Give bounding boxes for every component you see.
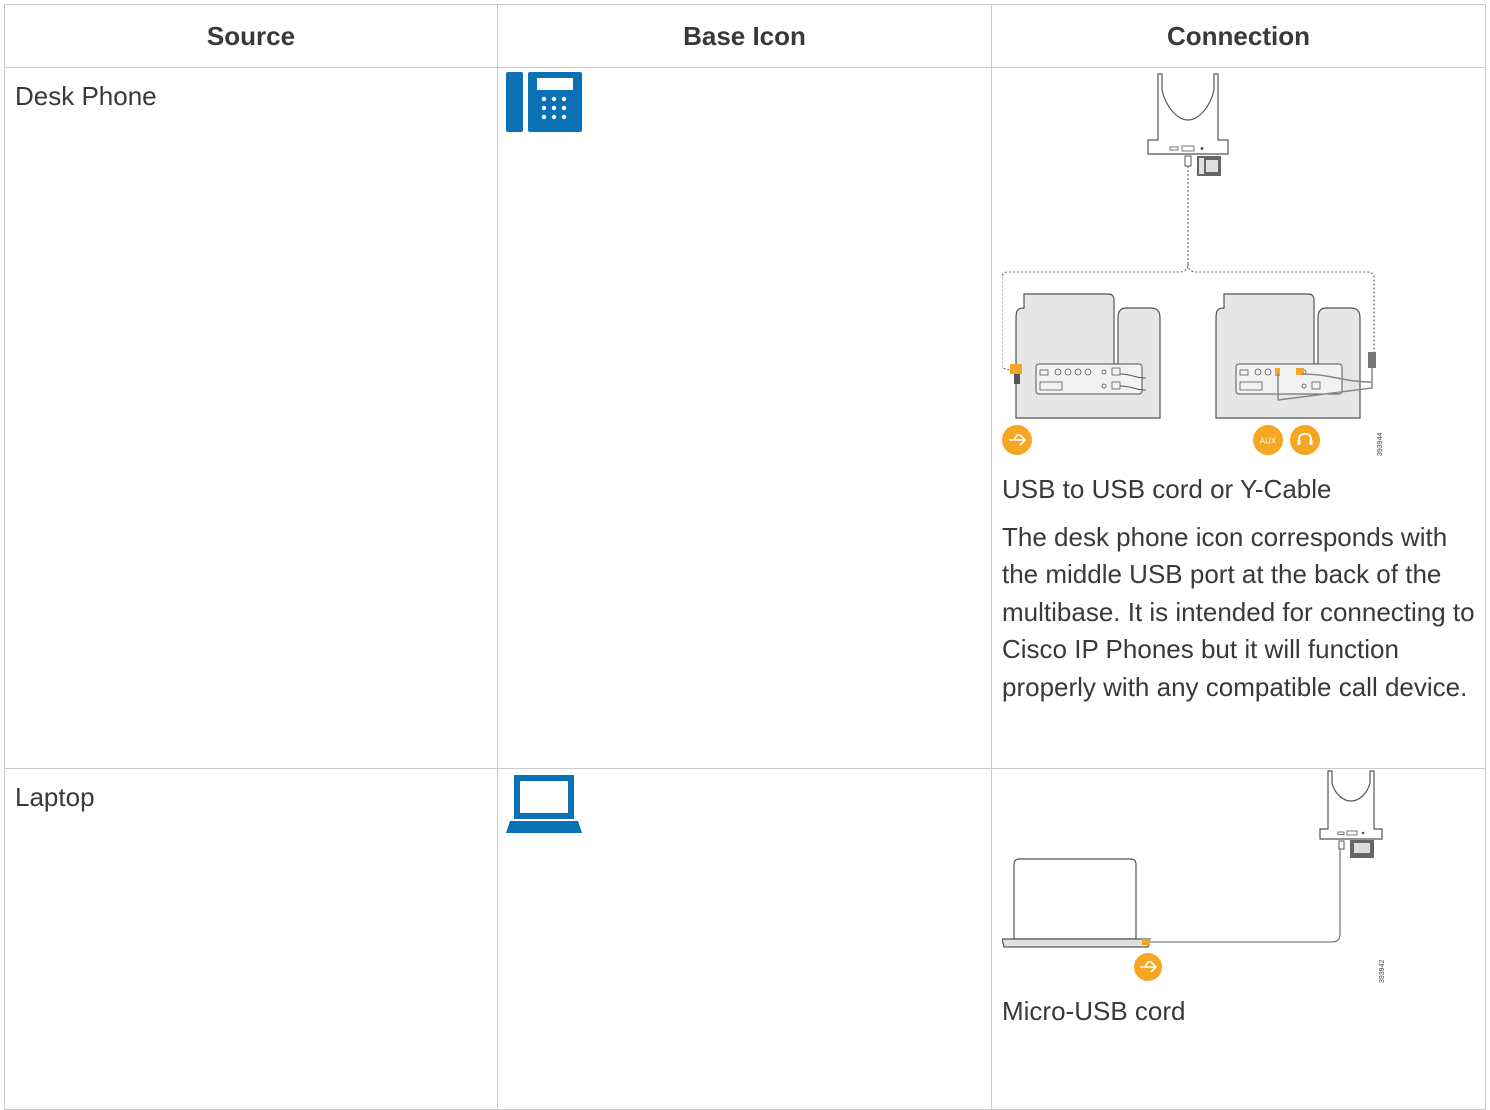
- desk-phone-left: [1010, 293, 1161, 419]
- laptop-connection-diagram: 393942: [1002, 770, 1386, 983]
- base-icon-cell: [497, 768, 992, 1110]
- headset-port-icon: [1290, 425, 1320, 455]
- desk-phone-icon: [506, 72, 582, 132]
- header-connection: Connection: [991, 4, 1486, 68]
- source-cell: Laptop: [4, 768, 498, 1110]
- aux-port-label: AUX: [1260, 437, 1277, 446]
- figure-id: 393942: [1379, 960, 1386, 983]
- headset-base-icon: [1147, 73, 1229, 176]
- base-icon-cell: [497, 67, 992, 769]
- desk-phone-right: [1215, 293, 1376, 419]
- laptop-drawing: [1002, 858, 1151, 948]
- connection-cell: AUX 393944 USB to USB cord or Y-Cable Th…: [991, 67, 1486, 769]
- source-cell: Desk Phone: [4, 67, 498, 769]
- aux-port-icon: AUX: [1253, 425, 1283, 455]
- table-row: Laptop 393942 Micro-USB cord: [4, 768, 1486, 1110]
- laptop-icon: [506, 775, 582, 833]
- connection-caption: Micro-USB cord: [1002, 996, 1186, 1026]
- header-row: Source Base Icon Connection: [4, 4, 1486, 68]
- headset-base-icon: [1319, 770, 1383, 858]
- connection-table: Source Base Icon Connection Desk Phone A…: [4, 4, 1486, 1110]
- table-row: Desk Phone AUX 393944 USB to USB cord or…: [4, 67, 1486, 769]
- header-source: Source: [4, 4, 498, 68]
- desk-phone-connection-diagram: AUX 393944: [1002, 73, 1384, 456]
- usb-port-icon: [1134, 953, 1162, 981]
- micro-usb-cable: [1150, 849, 1341, 943]
- figure-id: 393944: [1377, 433, 1384, 456]
- connection-cell: 393942 Micro-USB cord: [991, 768, 1486, 1110]
- header-base-icon: Base Icon: [497, 4, 992, 68]
- connection-caption: USB to USB cord or Y-Cable: [1002, 474, 1332, 504]
- usb-port-icon: [1002, 425, 1032, 455]
- connection-description: The desk phone icon corresponds with the…: [1002, 521, 1475, 702]
